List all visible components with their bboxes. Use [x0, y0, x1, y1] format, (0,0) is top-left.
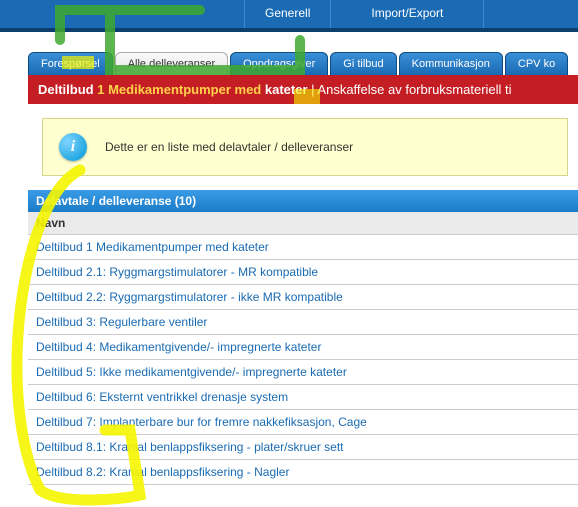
tab-cpv[interactable]: CPV ko: [505, 52, 568, 75]
title-suffix: Anskaffelse av forbruksmateriell ti: [317, 82, 511, 97]
tab-bar: Forespørsel Alle delleveranser Oppdragsg…: [28, 52, 578, 75]
tab-gi-tilbud[interactable]: Gi tilbud: [330, 52, 396, 75]
list-item[interactable]: Deltilbud 8.1: Kranial benlappsfiksering…: [28, 435, 578, 460]
rows-container: Deltilbud 1 Medikamentpumper med kateter…: [28, 235, 578, 485]
title-prefix: Deltilbud: [38, 82, 94, 97]
list-item[interactable]: Deltilbud 6: Eksternt ventrikkel drenasj…: [28, 385, 578, 410]
list-item[interactable]: Deltilbud 4: Medikamentgivende/- impregn…: [28, 335, 578, 360]
title-main: Medikamentpumper med: [108, 82, 261, 97]
list-item[interactable]: Deltilbud 7: Implanterbare bur for fremr…: [28, 410, 578, 435]
topnav-import-export[interactable]: Import/Export: [331, 0, 484, 28]
list-item[interactable]: Deltilbud 2.2: Ryggmargstimulatorer - ik…: [28, 285, 578, 310]
list-item[interactable]: Deltilbud 5: Ikke medikamentgivende/- im…: [28, 360, 578, 385]
tab-oppdragsgiver[interactable]: Oppdragsgiver: [230, 52, 328, 75]
column-header-name: Navn: [28, 212, 578, 235]
info-icon: i: [59, 133, 87, 161]
tab-alle-delleveranser[interactable]: Alle delleveranser: [115, 52, 228, 75]
title-last: kateter: [265, 82, 308, 97]
list-item[interactable]: Deltilbud 3: Regulerbare ventiler: [28, 310, 578, 335]
list-item[interactable]: Deltilbud 8.2: Kranial benlappsfiksering…: [28, 460, 578, 485]
title-number: 1: [97, 82, 104, 97]
info-text: Dette er en liste med delavtaler / delle…: [105, 140, 353, 154]
section-header: Delavtale / delleveranse (10): [28, 190, 578, 212]
info-box: i Dette er en liste med delavtaler / del…: [42, 118, 568, 176]
tab-kommunikasjon[interactable]: Kommunikasjon: [399, 52, 503, 75]
topnav-generell[interactable]: Generell: [245, 0, 331, 28]
list-item[interactable]: Deltilbud 1 Medikamentpumper med kateter: [28, 235, 578, 260]
title-bar: Deltilbud 1 Medikamentpumper med kateter…: [28, 75, 578, 104]
top-navigation: Generell Import/Export: [0, 0, 578, 28]
topnav-divider: [0, 28, 578, 32]
topnav-spacer: [0, 0, 245, 28]
tab-foresporsel[interactable]: Forespørsel: [28, 52, 113, 75]
list-item[interactable]: Deltilbud 2.1: Ryggmargstimulatorer - MR…: [28, 260, 578, 285]
